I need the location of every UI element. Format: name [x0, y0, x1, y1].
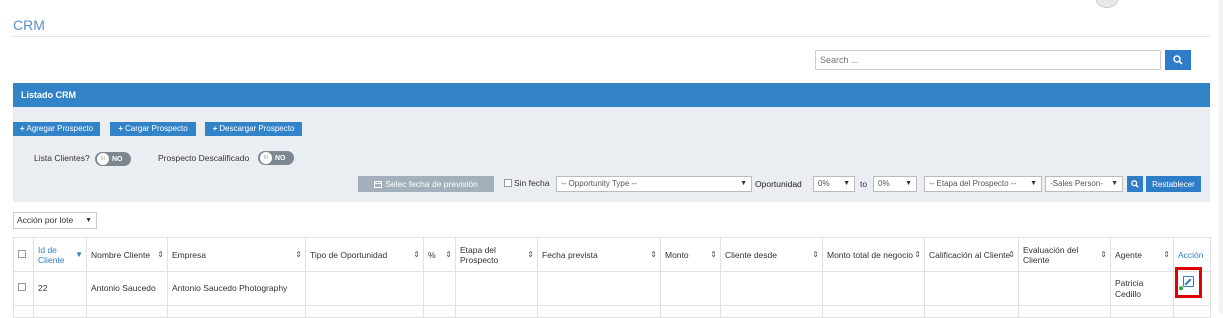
col-fecha[interactable]: Fecha prevista ⇕: [537, 237, 661, 272]
col-monto[interactable]: Monto ⇕: [660, 237, 721, 272]
col-tipo[interactable]: Tipo de Oportunidad ⇕: [305, 237, 424, 272]
cell-nombre: Antonio Saucedo: [86, 271, 168, 306]
row-select-cell[interactable]: [13, 271, 34, 306]
avatar[interactable]: [1096, 0, 1118, 8]
table-row: 22 Antonio Saucedo Antonio Saucedo Photo…: [13, 271, 1211, 306]
select-all-cell[interactable]: [13, 237, 34, 272]
no-date-label: Sin fecha: [514, 178, 550, 188]
stage-select[interactable]: -- Etapa del Prospecto -- ▼: [924, 176, 1042, 192]
search-icon: [1173, 55, 1183, 65]
cell-empresa: Antonio Saucedo Photography: [167, 271, 306, 306]
disqualified-label: Prospecto Descalificado: [158, 153, 250, 163]
filter-search-button[interactable]: [1127, 176, 1143, 192]
row-checkbox[interactable]: [18, 283, 26, 291]
sort-icon: ⇕: [1100, 250, 1107, 259]
reset-button[interactable]: Restablecer: [1146, 176, 1201, 192]
chevron-down-icon: ▼: [905, 180, 912, 187]
upload-prospect-button[interactable]: + Cargar Prospecto: [110, 122, 196, 136]
no-date-checkbox[interactable]: [504, 179, 512, 187]
page-title: CRM: [13, 17, 45, 33]
plus-icon: +: [19, 124, 25, 133]
sort-icon: ⇕: [1163, 250, 1170, 259]
col-agente[interactable]: Agente ⇕: [1110, 237, 1174, 272]
col-evaluacion[interactable]: Evaluación del Cliente ⇕: [1018, 237, 1111, 272]
col-id[interactable]: Id de Cliente ▼: [33, 237, 87, 272]
cell-pct: [423, 271, 456, 306]
sort-icon: ⇕: [1008, 250, 1015, 259]
cell-total: [822, 271, 925, 306]
disqualified-toggle[interactable]: III NO: [258, 151, 294, 165]
panel-header: Listado CRM: [13, 83, 1210, 107]
crm-table: Id de Cliente ▼ Nombre Cliente ⇕ Empresa ⇕ …: [13, 237, 1211, 318]
opportunity-type-select[interactable]: -- Opportunity Type -- ▼: [556, 176, 752, 192]
opportunity-label: Oportunidad: [755, 179, 802, 189]
search-icon: [1131, 180, 1139, 188]
col-empresa[interactable]: Empresa ⇕: [167, 237, 306, 272]
client-list-toggle[interactable]: III NO: [95, 152, 131, 166]
col-nombre[interactable]: Nombre Cliente ⇕: [86, 237, 168, 272]
plus-icon: +: [212, 124, 218, 133]
chevron-down-icon: ▼: [843, 180, 850, 187]
edit-icon[interactable]: [1183, 276, 1194, 287]
chevron-down-icon: ▼: [1111, 180, 1118, 187]
cell-id: 22: [33, 271, 87, 306]
cell-agente: Patricia Cedillo: [1110, 271, 1174, 306]
cell-desde: [720, 271, 823, 306]
cell-fecha: [537, 271, 661, 306]
cell-monto: [660, 271, 721, 306]
chevron-down-icon: ▼: [1030, 180, 1037, 187]
search-button[interactable]: [1165, 50, 1191, 70]
sort-desc-icon: ▼: [75, 250, 83, 259]
toggle-knob: III: [260, 152, 272, 164]
col-pct[interactable]: % ⇕: [423, 237, 456, 272]
sort-icon: ⇕: [650, 250, 657, 259]
pct-from-select[interactable]: 0% ▼: [813, 176, 855, 192]
sort-icon: ⇕: [413, 250, 420, 259]
select-all-checkbox[interactable]: [18, 249, 26, 258]
sort-icon: ⇕: [812, 250, 819, 259]
col-etapa[interactable]: Etapa del Prospecto ⇕: [455, 237, 538, 272]
col-desde[interactable]: Cliente desde ⇕: [720, 237, 823, 272]
pct-to-select[interactable]: 0% ▼: [873, 176, 917, 192]
sort-icon: ⇕: [710, 250, 717, 259]
to-label: to: [860, 179, 868, 189]
sort-icon: ⇕: [914, 250, 921, 259]
toggle-knob: III: [97, 153, 109, 165]
table-header-row: Id de Cliente ▼ Nombre Cliente ⇕ Empresa ⇕ …: [13, 237, 1211, 272]
plus-icon: +: [118, 124, 123, 133]
forecast-date-button[interactable]: Selec fecha de previsión: [358, 176, 494, 192]
col-total[interactable]: Monto total de negocio ⇕: [822, 237, 925, 272]
sort-icon: ⇕: [295, 250, 302, 259]
title-divider: [13, 36, 1210, 37]
table-row: [13, 305, 1211, 318]
cell-calificacion: [924, 271, 1019, 306]
sort-icon: ⇕: [527, 250, 534, 259]
sales-person-select[interactable]: -Sales Person- ▼: [1045, 176, 1123, 192]
chevron-down-icon: ▼: [85, 217, 92, 224]
bulk-action-select[interactable]: Acción por lote ▼: [13, 212, 97, 229]
col-calificacion[interactable]: Calificación al Cliente ⇕: [924, 237, 1019, 272]
sort-icon: ⇕: [157, 250, 164, 259]
search-input[interactable]: [815, 50, 1161, 70]
add-prospect-button[interactable]: + Agregar Prospecto: [13, 122, 100, 136]
cell-evaluacion: [1018, 271, 1111, 306]
chevron-down-icon: ▼: [740, 180, 747, 187]
calendar-icon: [374, 181, 383, 188]
client-list-label: Lista Clientes?: [34, 153, 90, 163]
download-prospect-button[interactable]: + Descargar Prospecto: [205, 122, 302, 136]
cell-tipo: [305, 271, 424, 306]
cell-etapa: [455, 271, 538, 306]
page-scrollbar[interactable]: [1219, 0, 1223, 314]
sort-icon: ⇕: [445, 250, 452, 259]
